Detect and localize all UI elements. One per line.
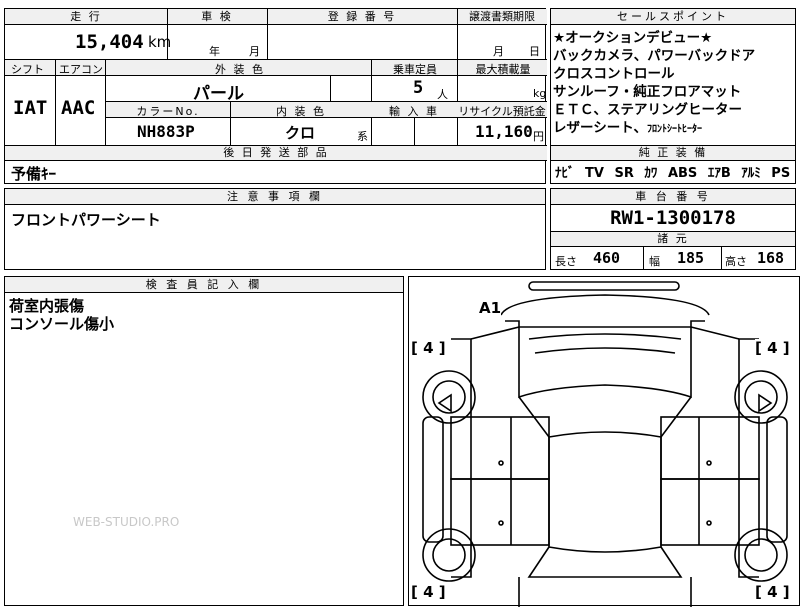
inspector-box: 検 査 員 記 入 欄 荷室内張傷 コンソール傷小 WEB-STUDIO.PRO: [4, 276, 404, 606]
selling-point-2: バックカメラ、パワーバックドア: [553, 48, 756, 64]
later-parts-value: 予備ｷｰ: [11, 165, 57, 183]
equipment-list: ﾅﾋﾞ TV SR ｶﾜ ABS ｴｱB ｱﾙﾐ PS PW: [555, 162, 800, 181]
equipment-sr: SR: [614, 166, 634, 181]
length-value: 460: [593, 249, 621, 267]
equipment-alloy: ｱﾙﾐ: [741, 166, 761, 181]
capacity-unit: 人: [437, 88, 448, 101]
tire-front-left: [ 4 ]: [411, 339, 446, 357]
selling-points-box: セールスポイント ★オークションデビュー★ バックカメラ、パワーバックドア クロ…: [550, 8, 796, 184]
equipment-ps: PS: [771, 166, 791, 181]
equipment-nav: ﾅﾋﾞ: [555, 166, 575, 181]
width-value: 185: [677, 249, 705, 267]
equipment-airbag: ｴｱB: [707, 166, 731, 181]
damage-diagram: A1 [ 4 ] [ 4 ] [ 4 ] [ 4 ]: [408, 276, 800, 607]
equipment-label: 純 正 装 備: [551, 146, 795, 161]
tire-rear-right: [ 4 ]: [755, 583, 790, 601]
inspection-year: 年: [209, 45, 220, 58]
length-label: 長さ: [555, 255, 577, 268]
selling-point-5: ＥＴＣ、ステアリングヒーター: [553, 102, 742, 118]
registration-label: 登 録 番 号: [267, 9, 457, 25]
equipment-tv: TV: [585, 166, 604, 181]
selling-point-6: レザーシート、: [553, 120, 647, 136]
mileage-value: 15,404: [75, 31, 144, 53]
inspection-label: 車 検: [167, 9, 267, 25]
ac-value: AAC: [61, 97, 96, 119]
inspection-month: 月: [249, 45, 260, 58]
selling-point-1: ★オークションデビュー★: [553, 30, 713, 46]
watermark: WEB-STUDIO.PRO: [73, 515, 180, 529]
tire-rear-left: [ 4 ]: [411, 583, 446, 601]
dimensions-label: 諸 元: [551, 232, 795, 247]
mileage-unit: km: [148, 33, 172, 51]
vehicle-info-table: 走 行 車 検 登 録 番 号 譲渡書類期限 15,404 km 年 月 月 日…: [4, 8, 547, 184]
transfer-day: 日: [529, 45, 540, 58]
chassis-box: 車 台 番 号 RW1-1300178 諸 元 長さ 460 幅 185 高さ …: [550, 188, 796, 270]
recycle-unit: 円: [533, 130, 544, 143]
tire-front-right: [ 4 ]: [755, 339, 790, 357]
interior-suffix: 系: [357, 130, 368, 143]
transfer-label: 譲渡書類期限: [457, 9, 547, 25]
selling-points-list: ★オークションデビュー★ バックカメラ、パワーバックドア クロスコントロール サ…: [553, 29, 755, 139]
car-outline: [422, 281, 788, 607]
selling-point-7: ﾌﾛﾝﾄｼｰﾄﾋｰﾀｰ: [646, 124, 702, 135]
height-label: 高さ: [725, 255, 747, 268]
damage-mark-a1: A1: [479, 299, 502, 317]
height-value: 168: [757, 249, 785, 267]
chassis-value: RW1-1300178: [610, 207, 736, 229]
interior-value: クロ: [285, 124, 316, 142]
capacity-value: 5: [413, 78, 424, 98]
selling-point-3: クロスコントロール: [553, 66, 675, 82]
shift-value: IAT: [13, 97, 48, 119]
selling-points-label: セールスポイント: [551, 9, 795, 25]
mileage-label: 走 行: [5, 9, 167, 25]
equipment-abs: ABS: [667, 166, 698, 181]
recycle-value: 11,160: [475, 122, 533, 141]
equipment-leather: ｶﾜ: [644, 166, 658, 181]
color-no-value: NH883P: [137, 122, 195, 141]
inspector-label: 検 査 員 記 入 欄: [5, 277, 403, 293]
notes-box: 注 意 事 項 欄 フロントパワーシート: [4, 188, 546, 270]
maxload-unit: kg: [533, 87, 547, 100]
width-label: 幅: [649, 255, 660, 268]
notes-label: 注 意 事 項 欄: [5, 189, 545, 205]
inspector-line-2: コンソール傷小: [9, 315, 115, 333]
selling-point-4: サンルーフ・純正フロアマット: [553, 84, 742, 100]
notes-value: フロントパワーシート: [11, 211, 161, 229]
transfer-month: 月: [493, 45, 504, 58]
chassis-label: 車 台 番 号: [551, 189, 795, 205]
later-parts-label: 後 日 発 送 部 品: [5, 146, 547, 161]
